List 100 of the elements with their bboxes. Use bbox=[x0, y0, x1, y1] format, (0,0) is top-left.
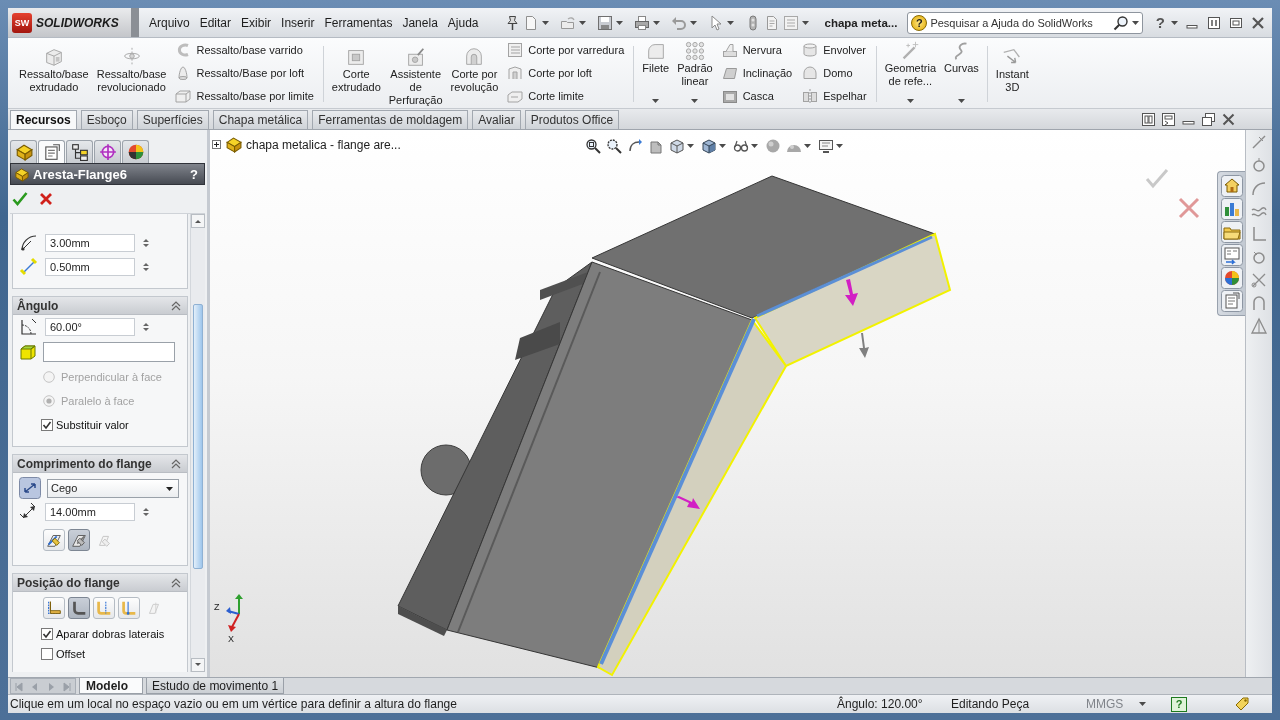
trim-tool-icon[interactable] bbox=[1250, 271, 1268, 289]
ribbon-tool-button[interactable]: Ressalto/Base por loft bbox=[175, 61, 314, 85]
caret-icon[interactable] bbox=[689, 20, 697, 25]
caret-icon[interactable] bbox=[1139, 702, 1147, 706]
menu-item[interactable]: Editar bbox=[194, 15, 237, 30]
ribbon-tool-button[interactable]: Domo bbox=[802, 61, 867, 85]
collapse-chevron-icon[interactable] bbox=[171, 300, 181, 311]
ribbon-tool-button[interactable]: Casca bbox=[721, 84, 793, 108]
expand-icon[interactable] bbox=[212, 140, 221, 149]
option-button[interactable] bbox=[68, 597, 90, 619]
caret-icon[interactable] bbox=[615, 20, 623, 25]
zoom-area-icon[interactable] bbox=[606, 138, 622, 154]
ribbon-tool-button[interactable]: Ressalto/base revolucionado bbox=[93, 38, 170, 108]
command-tab[interactable]: Ferramentas de moldagem bbox=[312, 110, 469, 129]
dropdown[interactable]: Cego bbox=[47, 478, 179, 498]
panel-tab[interactable] bbox=[66, 140, 93, 163]
tile-vertical-icon[interactable] bbox=[1142, 112, 1155, 126]
ribbon-tool-button[interactable]: Instant 3D bbox=[992, 38, 1032, 108]
spin-arrows-icon[interactable] bbox=[141, 236, 151, 250]
shaded-cube-icon[interactable] bbox=[701, 138, 717, 154]
command-tab[interactable]: Avaliar bbox=[472, 110, 521, 129]
check-icon[interactable] bbox=[1145, 166, 1169, 190]
zoom-to-fit-icon[interactable] bbox=[585, 138, 601, 154]
cube-icon[interactable] bbox=[669, 138, 685, 154]
property-sheet-icon[interactable] bbox=[1221, 290, 1243, 312]
caret-icon[interactable] bbox=[578, 20, 586, 25]
tile-icon[interactable] bbox=[1206, 14, 1222, 31]
ribbon-tool-button[interactable]: Filete bbox=[639, 38, 673, 108]
command-tab[interactable]: Esboço bbox=[80, 110, 133, 129]
menu-item[interactable]: Janela bbox=[397, 15, 443, 30]
loop-tool-icon[interactable] bbox=[1250, 294, 1268, 312]
collapse-chevron-icon[interactable] bbox=[171, 577, 181, 588]
collapse-chevron-icon[interactable] bbox=[171, 458, 181, 469]
caret-icon[interactable] bbox=[836, 144, 843, 148]
menu-item[interactable]: Ajuda bbox=[442, 15, 484, 30]
ribbon-tool-button[interactable]: Geometria de refe... bbox=[881, 38, 939, 108]
curved-arrow-icon[interactable] bbox=[627, 138, 643, 154]
ribbon-tool-button[interactable]: Corte limite bbox=[507, 84, 625, 108]
folded-page-icon[interactable] bbox=[648, 138, 664, 154]
ribbon-tool-button[interactable]: Ressalto/base por limite bbox=[175, 84, 314, 108]
caret-icon[interactable] bbox=[687, 144, 694, 148]
menu-item[interactable]: Ferramentas bbox=[319, 15, 398, 30]
help-icon[interactable]: ? bbox=[1155, 14, 1165, 31]
ribbon-tool-button[interactable]: Corte por revolução bbox=[447, 38, 502, 108]
caret-icon[interactable] bbox=[804, 144, 811, 148]
line-tool-icon[interactable] bbox=[1250, 133, 1268, 151]
scroll-up-icon[interactable] bbox=[191, 214, 205, 228]
check-icon[interactable] bbox=[12, 191, 28, 207]
caret-icon[interactable] bbox=[751, 144, 758, 148]
save-icon[interactable] bbox=[596, 14, 613, 31]
number-field[interactable]: 3.00mm bbox=[45, 234, 135, 252]
document-tab[interactable]: Modelo bbox=[79, 678, 143, 694]
search-field[interactable]: Pesquisar a Ajuda do SolidWorks bbox=[930, 16, 1111, 29]
scrollbar-thumb[interactable] bbox=[193, 304, 203, 569]
search-bar[interactable]: ? Pesquisar a Ajuda do SolidWorks bbox=[907, 11, 1144, 34]
ribbon-tool-button[interactable]: Nervura bbox=[721, 38, 793, 62]
close-icon[interactable] bbox=[1222, 112, 1235, 126]
ribbon-tool-button[interactable]: Corte por loft bbox=[507, 61, 625, 85]
caret-icon[interactable] bbox=[906, 99, 914, 103]
arc-tool-icon[interactable] bbox=[1250, 179, 1268, 197]
flip-arrows-icon[interactable] bbox=[19, 477, 41, 499]
caret-icon[interactable] bbox=[719, 144, 726, 148]
search-icon[interactable] bbox=[1113, 14, 1130, 31]
option-button[interactable] bbox=[68, 529, 90, 551]
scrollbar[interactable] bbox=[190, 214, 205, 672]
home-icon[interactable] bbox=[1221, 175, 1243, 197]
ribbon-tool-button[interactable]: Corte extrudado bbox=[328, 38, 384, 108]
tag-icon[interactable] bbox=[1234, 696, 1250, 712]
option-button[interactable] bbox=[118, 597, 140, 619]
spin-arrows-icon[interactable] bbox=[141, 320, 151, 334]
panel-tab[interactable] bbox=[122, 140, 149, 163]
help-icon[interactable]: ? bbox=[1171, 696, 1187, 712]
help-icon[interactable]: ? bbox=[190, 166, 198, 182]
ribbon-tool-button[interactable]: Envolver bbox=[802, 38, 867, 62]
tile-horizontal-icon[interactable] bbox=[1162, 112, 1175, 126]
menu-item[interactable]: Arquivo bbox=[144, 15, 195, 30]
ribbon-tool-button[interactable]: Padrão linear bbox=[674, 38, 716, 108]
panel-tab[interactable] bbox=[10, 140, 37, 163]
glasses-icon[interactable] bbox=[733, 138, 749, 154]
number-field[interactable]: 0.50mm bbox=[45, 258, 135, 276]
close-icon[interactable] bbox=[38, 191, 54, 207]
ribbon-tool-button[interactable]: Corte por varredura bbox=[507, 38, 625, 62]
caret-icon[interactable] bbox=[166, 484, 173, 492]
number-field[interactable]: 14.00mm bbox=[45, 503, 135, 521]
checkbox[interactable] bbox=[41, 628, 53, 640]
restore-icon[interactable] bbox=[1202, 112, 1215, 126]
ribbon-tool-button[interactable]: Ressalto/base extrudado bbox=[16, 38, 92, 108]
caret-icon[interactable] bbox=[691, 99, 699, 103]
caret-icon[interactable] bbox=[726, 20, 734, 25]
spin-arrows-icon[interactable] bbox=[141, 260, 151, 274]
menu-item[interactable]: Inserir bbox=[276, 15, 320, 30]
caret-icon[interactable] bbox=[541, 20, 549, 25]
checkbox[interactable] bbox=[41, 648, 53, 660]
close-icon[interactable] bbox=[1250, 14, 1266, 31]
command-tab[interactable]: Superfícies bbox=[136, 110, 209, 129]
caret-icon[interactable] bbox=[801, 20, 809, 25]
checkbox[interactable] bbox=[41, 419, 53, 431]
caret-icon[interactable] bbox=[652, 20, 660, 25]
feature-tree-item[interactable]: chapa metalica - flange are... bbox=[246, 137, 401, 152]
caret-icon[interactable] bbox=[957, 99, 965, 103]
